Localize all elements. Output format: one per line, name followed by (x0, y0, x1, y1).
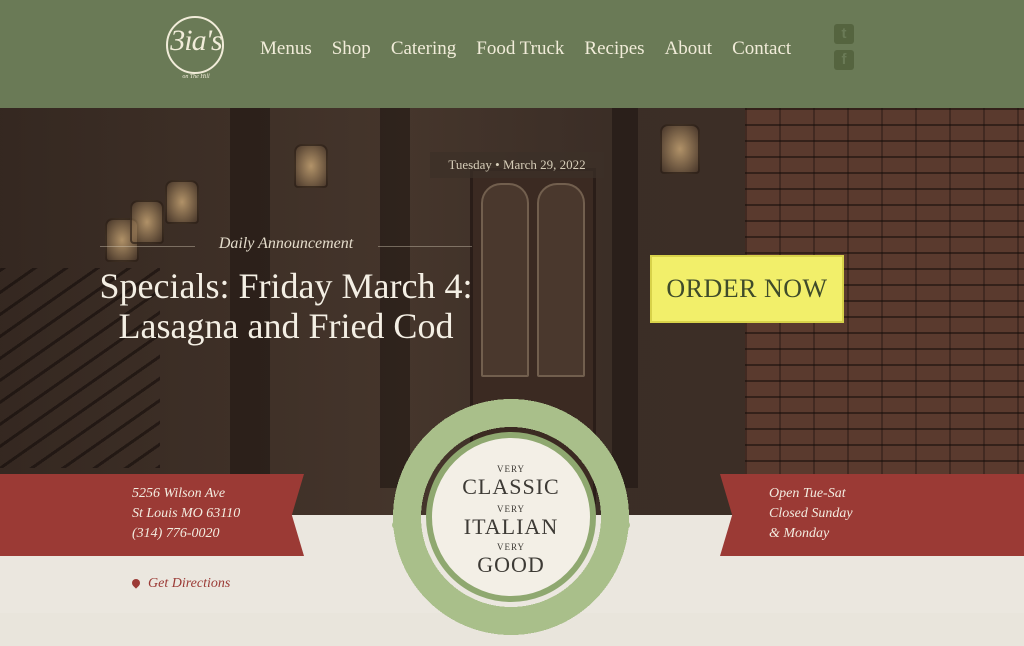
door-glass-right (537, 183, 585, 377)
hours-line: Open Tue-Sat (769, 486, 846, 501)
get-directions-link[interactable]: Get Directions (130, 576, 231, 592)
address-city: St Louis MO 63110 (132, 506, 241, 521)
site-logo[interactable]: 3ia's on The Hill (160, 16, 232, 84)
leaf-icon (392, 518, 418, 532)
emblem-italian: ITALIAN (463, 514, 559, 539)
nav-shop[interactable]: Shop (332, 38, 371, 60)
order-now-button[interactable]: ORDER NOW (650, 255, 844, 323)
lamp (660, 124, 700, 174)
facebook-icon[interactable]: f (834, 50, 854, 70)
hours-line: & Monday (769, 526, 830, 541)
divider (100, 246, 195, 247)
door-glass-left (481, 183, 529, 377)
map-pin-icon (130, 577, 142, 589)
announcement-headline[interactable]: Specials: Friday March 4: Lasagna and Fr… (96, 266, 476, 346)
emblem-very: VERY (496, 504, 525, 514)
logo-text: 3ia's (170, 24, 222, 57)
lamp (130, 200, 164, 244)
nav-food-truck[interactable]: Food Truck (476, 38, 564, 60)
nav-recipes[interactable]: Recipes (584, 38, 644, 60)
nav-menus[interactable]: Menus (260, 38, 312, 60)
site-header: 3ia's on The Hill Menus Shop Catering Fo… (0, 0, 1024, 108)
divider (378, 246, 472, 247)
leaf-icon (604, 518, 630, 532)
emblem-classic: CLASSIC (462, 474, 560, 499)
phone-link[interactable]: (314) 776-0020 (132, 524, 240, 544)
hours-block: Open Tue-Sat Closed Sunday & Monday (769, 484, 853, 544)
emblem-very: VERY (496, 464, 525, 474)
social-links: t f (834, 24, 856, 76)
hours-banner (720, 474, 1024, 556)
main-nav: Menus Shop Catering Food Truck Recipes A… (260, 38, 811, 60)
emblem-good: GOOD (477, 552, 545, 577)
address-street: 5256 Wilson Ave (132, 486, 226, 501)
lamp (294, 144, 328, 188)
nav-about[interactable]: About (665, 38, 713, 60)
announcement-label: Daily Announcement (218, 235, 354, 252)
emblem-center: VERY CLASSIC VERY ITALIAN VERY GOOD (426, 432, 596, 602)
directions-label: Get Directions (148, 576, 231, 591)
logo-subtitle: on The Hill (182, 74, 210, 80)
address-block: 5256 Wilson Ave St Louis MO 63110 (314) … (132, 484, 240, 544)
wreath-emblem: VERY CLASSIC VERY ITALIAN VERY GOOD (382, 388, 640, 646)
emblem-very: VERY (496, 542, 525, 552)
nav-contact[interactable]: Contact (732, 38, 791, 60)
twitter-icon[interactable]: t (834, 24, 854, 44)
hours-line: Closed Sunday (769, 506, 853, 521)
nav-catering[interactable]: Catering (391, 38, 456, 60)
lamp (165, 180, 199, 224)
date-badge: Tuesday • March 29, 2022 (430, 152, 604, 178)
